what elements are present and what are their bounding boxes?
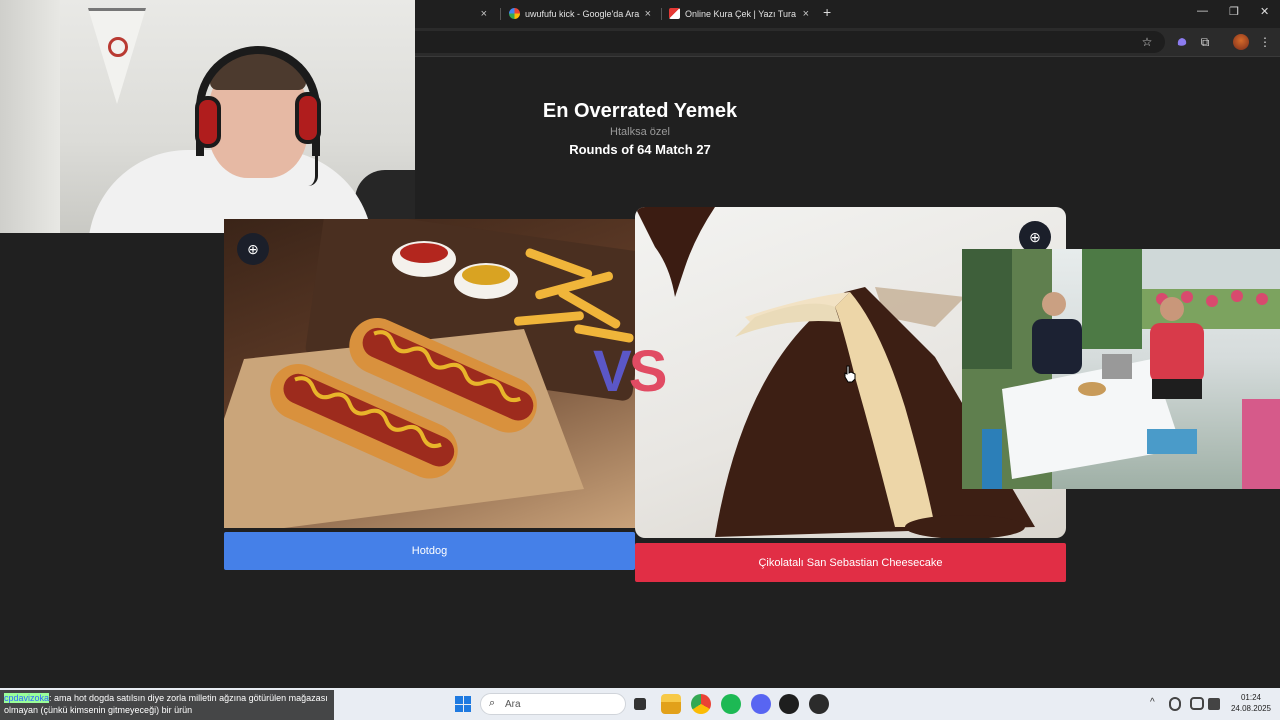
- google-favicon-icon: [509, 8, 520, 19]
- extensions-puzzle-icon[interactable]: ⧉: [1197, 34, 1213, 50]
- webcam-overlay: [0, 0, 415, 233]
- tab-separator: [661, 8, 662, 20]
- obs-icon[interactable]: [809, 694, 829, 714]
- versus-label: VS: [593, 338, 668, 405]
- tab-close-icon[interactable]: ×: [803, 8, 809, 20]
- tab-title: uwufufu kick - Google'da Ara: [525, 9, 640, 19]
- browser-menu-icon[interactable]: ⋮: [1257, 34, 1273, 50]
- windows-start-icon[interactable]: [455, 696, 471, 712]
- spotify-icon[interactable]: [721, 694, 741, 714]
- chrome-icon[interactable]: [691, 694, 711, 714]
- browser-tab-bar: × uwufufu kick - Google'da Ara × Online …: [415, 0, 1280, 28]
- overlay-photo: [962, 249, 1280, 489]
- chat-overlay: cpdavizoka: ama hot dogda satılsın diye …: [0, 690, 334, 720]
- headset-earcup: [295, 92, 321, 144]
- taskbar-clock[interactable]: 01:24 24.08.2025: [1226, 692, 1276, 714]
- round-label: Rounds of 64 Match 27: [569, 142, 711, 157]
- kura-favicon-icon: [669, 8, 680, 19]
- webcam-pennant: [88, 8, 146, 104]
- versus-s: S: [628, 339, 668, 404]
- tab-previous[interactable]: ×: [415, 4, 495, 24]
- clock-date: 24.08.2025: [1230, 704, 1272, 713]
- toolbar-divider: [415, 56, 1280, 57]
- browser-toolbar: ☆ ⧉ ⋮: [415, 28, 1280, 56]
- network-icon[interactable]: [1190, 697, 1204, 710]
- new-tab-button[interactable]: +: [823, 4, 831, 20]
- tray-chevron-icon[interactable]: ^: [1150, 697, 1155, 708]
- address-bar[interactable]: [415, 31, 1165, 53]
- page-subtitle: Htalksa özel: [610, 126, 670, 138]
- chat-message: : ama hot dogda satılsın diye zorla mill…: [4, 693, 328, 715]
- discord-icon[interactable]: [751, 694, 771, 714]
- g-app-icon[interactable]: [779, 694, 799, 714]
- tab-title: Online Kura Çek | Yazı Tura: [685, 9, 797, 19]
- search-placeholder: Ara: [505, 699, 521, 710]
- taskbar-search[interactable]: ⌕ Ara: [480, 693, 626, 715]
- clock-time: 01:24: [1240, 693, 1262, 702]
- tab-online-kura[interactable]: Online Kura Çek | Yazı Tura ×: [667, 4, 815, 24]
- screen: × uwufufu kick - Google'da Ara × Online …: [0, 0, 1280, 720]
- window-close-button[interactable]: ✕: [1260, 5, 1269, 18]
- file-explorer-icon[interactable]: [661, 694, 681, 714]
- headset-mic: [300, 140, 318, 186]
- volume-icon[interactable]: [1208, 698, 1220, 710]
- tab-separator: [500, 8, 501, 20]
- search-icon: ⌕: [489, 697, 496, 709]
- bookmark-star-icon[interactable]: ☆: [1139, 34, 1155, 50]
- task-view-icon[interactable]: [634, 698, 646, 710]
- hand-cursor-icon: [844, 365, 856, 383]
- restore-button[interactable]: ❐: [1229, 5, 1239, 18]
- chat-username: cpdavizoka: [4, 693, 50, 703]
- choose-hotdog-button[interactable]: Hotdog: [224, 532, 635, 570]
- webcam-door: [0, 0, 60, 233]
- minimize-button[interactable]: —: [1197, 5, 1208, 17]
- profile-avatar-icon[interactable]: [1233, 34, 1249, 50]
- versus-v: V: [593, 339, 632, 404]
- zoom-icon[interactable]: ⊕: [237, 233, 269, 265]
- choose-cheesecake-button[interactable]: Çikolatalı San Sebastian Cheesecake: [635, 543, 1066, 582]
- tab-close-icon[interactable]: ×: [645, 8, 651, 20]
- extension-copilot-icon[interactable]: [1174, 34, 1190, 50]
- tab-google-search[interactable]: uwufufu kick - Google'da Ara ×: [507, 4, 657, 24]
- tab-close-icon[interactable]: ×: [481, 8, 487, 20]
- headset-earcup: [195, 96, 221, 148]
- page-title: En Overrated Yemek: [542, 100, 738, 122]
- microphone-icon[interactable]: [1169, 697, 1181, 711]
- hotdog-image[interactable]: ⊕: [224, 219, 635, 528]
